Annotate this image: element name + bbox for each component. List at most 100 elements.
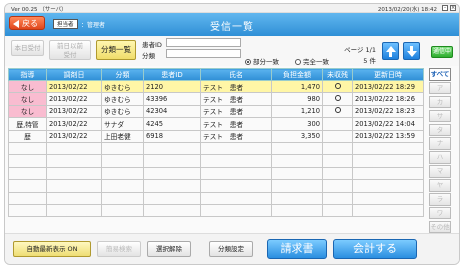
patient-id-input[interactable] (166, 38, 241, 47)
reception-table: 指導 調剤日 分類 患者ID 氏名 負担金額 未収残 更新日時 なし 2013/… (8, 68, 424, 218)
minimize-icon[interactable]: - (442, 5, 448, 11)
name-cell: テスト 患者 (200, 79, 272, 94)
guide-cell: 歴 (8, 129, 47, 143)
kana-index-all[interactable]: すべて (429, 68, 451, 81)
guide-cell: なし (8, 79, 47, 94)
table-row[interactable]: なし 2013/02/22 ゆきむら 42304 テスト 患者 1,210 20… (8, 104, 424, 119)
col-header-guide[interactable]: 指導 (8, 68, 47, 81)
guide-cell: なし (8, 104, 47, 119)
kana-index-a[interactable]: ア (429, 81, 451, 95)
page-down-button[interactable] (403, 42, 420, 60)
date-cell: 2013/02/22 (46, 104, 102, 119)
unpaid-cell (322, 129, 353, 143)
updated-cell: 2013/02/22 18:29 (352, 79, 424, 94)
communication-status-badge: 通信中 (431, 46, 453, 58)
radio-unselected-icon (295, 59, 301, 65)
date-cell: 2013/02/22 (46, 129, 102, 143)
match-partial-label: 部分一致 (253, 58, 279, 66)
col-header-unpaid[interactable]: 未収残 (322, 68, 353, 81)
category-setting-button[interactable]: 分類設定 (209, 241, 253, 257)
kana-index-ya[interactable]: ヤ (429, 179, 451, 192)
kana-index: すべて ア カ サ タ ナ ハ マ ヤ ラ ワ その他 (429, 68, 451, 235)
table-row-empty (8, 154, 424, 168)
date-cell: 2013/02/22 (46, 117, 102, 131)
previous-days-button[interactable]: 前日以前 受付 (49, 40, 91, 60)
col-header-name[interactable]: 氏名 (200, 68, 272, 81)
close-icon[interactable]: × (450, 5, 456, 11)
col-header-updated[interactable]: 更新日時 (352, 68, 424, 81)
title-bar: Ver 00.25 （サーバ） 2013/02/20(水) 18:42 - × (5, 4, 459, 13)
category-cell: ゆきむら (101, 104, 144, 119)
amount-cell: 980 (271, 92, 323, 106)
toolbar: 本日受付 前日以前 受付 分類一覧 患者ID 分類 部分一致 完全一致 ページ … (5, 36, 459, 66)
previous-days-label-1: 前日以前 (57, 42, 83, 50)
arrow-down-icon (407, 51, 417, 57)
col-header-amount[interactable]: 負担金額 (271, 68, 323, 81)
patient-id-cell: 4245 (143, 117, 201, 131)
col-header-patient-id[interactable]: 患者ID (143, 68, 201, 81)
page-up-button[interactable] (382, 42, 399, 60)
unpaid-cell (322, 104, 353, 119)
app-window: Ver 00.25 （サーバ） 2013/02/20(水) 18:42 - × … (4, 3, 460, 265)
updated-cell: 2013/02/22 14:04 (352, 117, 424, 131)
kana-index-ma[interactable]: マ (429, 165, 451, 178)
table-row[interactable]: なし 2013/02/22 ゆきむら 2120 テスト 患者 1,470 201… (8, 79, 424, 94)
bottom-bar: 自動最新表示 ON 簡易検索 選択解除 分類設定 請求書 会計する (5, 233, 459, 264)
patient-id-cell: 2120 (143, 79, 201, 94)
today-received-button[interactable]: 本日受付 (11, 40, 44, 56)
unpaid-cell (322, 117, 353, 131)
amount-cell: 3,350 (271, 129, 323, 143)
match-exact-radio[interactable]: 完全一致 (295, 56, 329, 66)
guide-cell: 歴,特管 (8, 117, 47, 131)
record-count: 5 件 (363, 57, 376, 65)
category-cell: サナダ (101, 117, 144, 131)
previous-days-label-2: 受付 (63, 51, 77, 59)
checkout-button[interactable]: 会計する (333, 239, 417, 259)
updated-cell: 2013/02/22 13:59 (352, 129, 424, 143)
unpaid-circle-icon (334, 107, 341, 114)
kana-index-other[interactable]: その他 (429, 220, 451, 234)
table-row[interactable]: 歴 2013/02/22 上田老健 6918 テスト 患者 3,350 2013… (8, 129, 424, 143)
name-cell: テスト 患者 (200, 104, 272, 119)
match-exact-label: 完全一致 (303, 58, 329, 66)
version-label: Ver 00.25 （サーバ） (11, 7, 67, 13)
date-cell: 2013/02/22 (46, 79, 102, 94)
table-row[interactable]: なし 2013/02/22 ゆきむら 43396 テスト 患者 980 2013… (8, 92, 424, 106)
name-cell: テスト 患者 (200, 92, 272, 106)
kana-index-ha[interactable]: ハ (429, 151, 451, 164)
unpaid-cell (322, 79, 353, 94)
name-cell: テスト 患者 (200, 129, 272, 143)
category-input[interactable] (166, 49, 241, 58)
datetime-label: 2013/02/20(水) 18:42 (377, 7, 437, 13)
kana-index-ta[interactable]: タ (429, 123, 451, 137)
table-row[interactable]: 歴,特管 2013/02/22 サナダ 4245 テスト 患者 300 2013… (8, 117, 424, 131)
unpaid-cell (322, 92, 353, 106)
amount-cell: 300 (271, 117, 323, 131)
match-partial-radio[interactable]: 部分一致 (245, 56, 279, 66)
radio-selected-icon (245, 59, 251, 65)
kana-index-ra[interactable]: ラ (429, 193, 451, 206)
page-title: 受信一覧 (210, 22, 254, 33)
table-row-empty (8, 179, 424, 193)
category-list-button[interactable]: 分類一覧 (96, 40, 136, 60)
col-header-date[interactable]: 調剤日 (46, 68, 102, 81)
name-cell: テスト 患者 (200, 117, 272, 131)
patient-id-label: 患者ID (142, 41, 162, 49)
clear-selection-button[interactable]: 選択解除 (147, 241, 191, 257)
date-cell: 2013/02/22 (46, 92, 102, 106)
kana-index-ka[interactable]: カ (429, 95, 451, 109)
simple-search-button[interactable]: 簡易検索 (97, 241, 141, 257)
col-header-category[interactable]: 分類 (101, 68, 144, 81)
invoice-button[interactable]: 請求書 (267, 239, 327, 259)
category-cell: 上田老健 (101, 129, 144, 143)
kana-index-na[interactable]: ナ (429, 137, 451, 150)
unpaid-circle-icon (334, 82, 341, 89)
table-row-empty (8, 203, 424, 218)
auto-refresh-toggle[interactable]: 自動最新表示 ON (13, 241, 91, 257)
updated-cell: 2013/02/22 18:23 (352, 104, 424, 119)
kana-index-wa[interactable]: ワ (429, 206, 451, 220)
guide-cell: なし (8, 92, 47, 106)
table-row-empty (8, 141, 424, 156)
patient-id-cell: 42304 (143, 104, 201, 119)
kana-index-sa[interactable]: サ (429, 109, 451, 123)
